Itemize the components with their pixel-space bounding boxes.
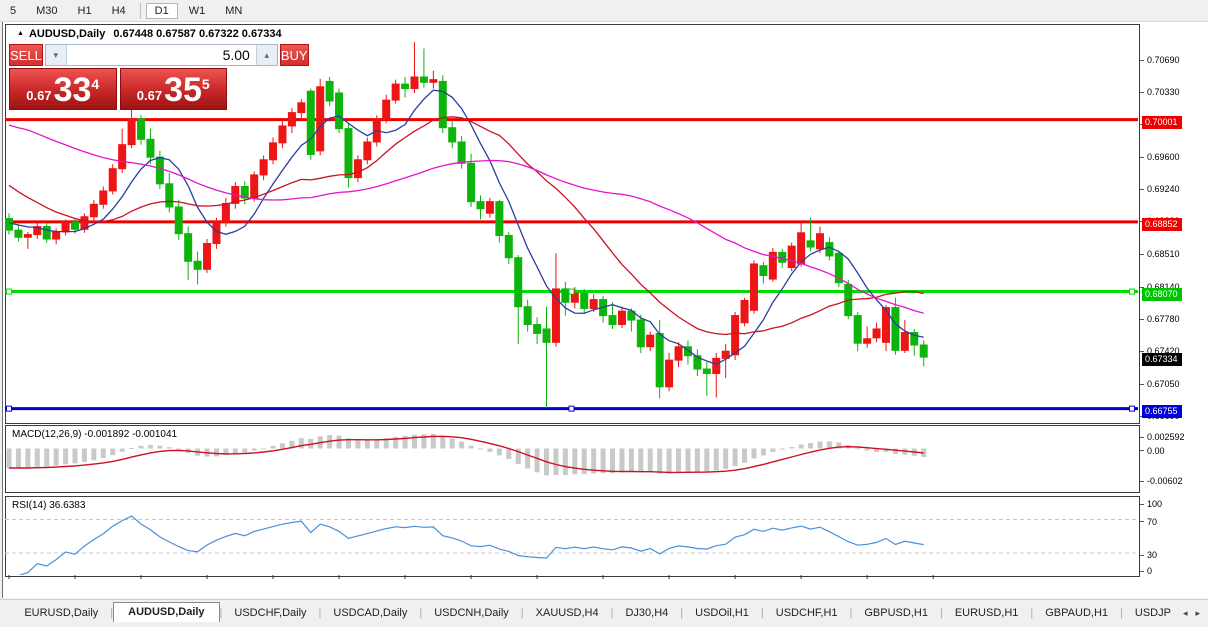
rsi-label: RSI(14) 36.6383 — [12, 500, 85, 511]
bottom-strip — [0, 622, 1208, 627]
price-badge-0.70001: 0.70001 — [1142, 116, 1182, 129]
timeframe-button-w1[interactable]: W1 — [180, 3, 215, 19]
macd-tick--0.00602: -0.00602 — [1140, 476, 1183, 486]
price-badge-0.67334: 0.67334 — [1142, 353, 1182, 366]
price-axis: 0.706900.703300.699700.696000.692400.688… — [1140, 22, 1208, 597]
sell-price-pip: 4 — [91, 76, 99, 92]
timeframe-button-h1[interactable]: H1 — [69, 3, 101, 19]
chart-tab-usdchf-daily[interactable]: USDCHF,Daily — [222, 604, 318, 623]
buy-price-prefix: 0.67 — [137, 86, 162, 106]
price-tick-0.68510: 0.68510 — [1140, 249, 1180, 259]
buy-button[interactable]: BUY — [280, 44, 309, 66]
chart-tab-dj30-h4[interactable]: DJ30,H4 — [613, 604, 680, 623]
chart-tab-bar: EURUSD,Daily|AUDUSD,Daily|USDCHF,Daily|U… — [0, 599, 1208, 623]
collapse-triangle-icon[interactable]: ▲ — [17, 30, 24, 37]
macd-tick-0.002592: 0.002592 — [1140, 432, 1185, 442]
volume-stepper: ▾ ▴ — [45, 44, 278, 66]
tab-scroll-arrows: ◂▸ — [1183, 608, 1208, 623]
timeframe-button-m30[interactable]: M30 — [27, 3, 66, 19]
chart-window: MACD(12,26,9) -0.001892 -0.001041 RSI(14… — [2, 22, 1208, 598]
chart-tab-xauusd-h4[interactable]: XAUUSD,H4 — [524, 604, 611, 623]
chart-tab-gbpusd-h1[interactable]: GBPUSD,H1 — [852, 604, 940, 623]
sell-price-big: 33 — [54, 74, 92, 106]
price-tick-0.69600: 0.69600 — [1140, 152, 1180, 162]
rsi-value: 36.6383 — [49, 500, 85, 511]
volume-increase-button[interactable]: ▴ — [256, 45, 277, 65]
chart-tab-eurusd-daily[interactable]: EURUSD,Daily — [12, 604, 110, 623]
timeframe-button-d1[interactable]: D1 — [146, 3, 178, 19]
timeframe-button-5[interactable]: 5 — [1, 3, 25, 19]
macd-value-signal: -0.001041 — [132, 429, 177, 440]
timeframe-toolbar: 5M30H1H4 D1W1MN — [0, 0, 1208, 22]
volume-input[interactable] — [67, 45, 256, 65]
rsi-tick-100: 100 — [1140, 499, 1162, 509]
price-tick-0.70330: 0.70330 — [1140, 87, 1180, 97]
tab-scroll-right-icon[interactable]: ▸ — [1195, 608, 1200, 619]
rsi-name: RSI(14) — [12, 500, 46, 511]
chart-tab-usdchf-h1[interactable]: USDCHF,H1 — [764, 604, 850, 623]
rsi-tick-0: 0 — [1140, 566, 1152, 576]
volume-decrease-button[interactable]: ▾ — [46, 45, 67, 65]
price-tick-0.69240: 0.69240 — [1140, 184, 1180, 194]
chart-symbol-label: AUDUSD,Daily — [29, 28, 105, 40]
macd-pane: MACD(12,26,9) -0.001892 -0.001041 — [5, 425, 1140, 493]
sell-price-prefix: 0.67 — [26, 86, 51, 106]
chart-tab-usdoil-h1[interactable]: USDOil,H1 — [683, 604, 761, 623]
buy-price-box[interactable]: 0.67 35 5 — [120, 68, 228, 110]
chart-tab-usdcnh-daily[interactable]: USDCNH,Daily — [422, 604, 521, 623]
chart-tab-usdjp[interactable]: USDJP — [1123, 604, 1183, 623]
buy-price-pip: 5 — [202, 76, 210, 92]
one-click-trading-panel: SELL ▾ ▴ BUY 0.67 33 4 0.67 35 5 — [9, 44, 227, 110]
macd-label: MACD(12,26,9) -0.001892 -0.001041 — [12, 429, 177, 440]
price-badge-0.68070: 0.68070 — [1142, 288, 1182, 301]
chart-tab-gbpaud-h1[interactable]: GBPAUD,H1 — [1033, 604, 1120, 623]
price-badge-0.68852: 0.68852 — [1142, 218, 1182, 231]
macd-value-main: -0.001892 — [84, 429, 129, 440]
rsi-tick-30: 30 — [1140, 550, 1157, 560]
timeframe-button-mn[interactable]: MN — [216, 3, 251, 19]
price-tick-0.70690: 0.70690 — [1140, 55, 1180, 65]
rsi-pane: RSI(14) 36.6383 — [5, 496, 1140, 577]
rsi-tick-70: 70 — [1140, 517, 1157, 527]
macd-name: MACD(12,26,9) — [12, 429, 81, 440]
tab-scroll-left-icon[interactable]: ◂ — [1183, 608, 1188, 619]
chart-tab-eurusd-h1[interactable]: EURUSD,H1 — [943, 604, 1031, 623]
price-tick-0.67050: 0.67050 — [1140, 379, 1180, 389]
chart-title: ▲ AUDUSD,Daily 0.67448 0.67587 0.67322 0.6… — [17, 28, 282, 40]
buy-price-big: 35 — [164, 74, 202, 106]
chart-tab-usdcad-daily[interactable]: USDCAD,Daily — [321, 604, 419, 623]
sell-price-box[interactable]: 0.67 33 4 — [9, 68, 117, 110]
timeframe-button-h4[interactable]: H4 — [103, 3, 135, 19]
sell-button[interactable]: SELL — [9, 44, 43, 66]
toolbar-separator — [140, 3, 141, 19]
price-badge-0.66755: 0.66755 — [1142, 405, 1182, 418]
chart-ohlc-values: 0.67448 0.67587 0.67322 0.67334 — [113, 28, 281, 40]
macd-tick-0.00: 0.00 — [1140, 446, 1165, 456]
price-tick-0.67780: 0.67780 — [1140, 314, 1180, 324]
chart-tab-audusd-daily[interactable]: AUDUSD,Daily — [113, 602, 219, 623]
